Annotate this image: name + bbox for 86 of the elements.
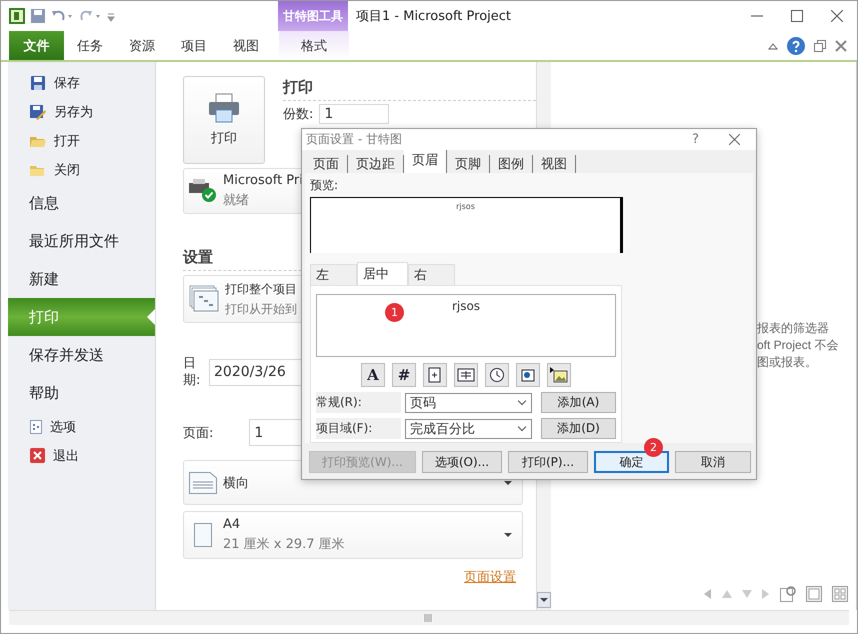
- exit-icon: [30, 448, 45, 463]
- general-select[interactable]: 页码: [405, 392, 532, 412]
- ribbon-tab[interactable]: 任务: [64, 31, 116, 60]
- alignment-tab[interactable]: 右: [408, 264, 455, 285]
- dialog-button[interactable]: 选项(O)...: [422, 451, 502, 473]
- app-icon: [9, 8, 25, 24]
- window-title: 项目1 - Microsoft Project: [355, 8, 512, 26]
- pages-stack-icon: [189, 285, 219, 313]
- context-tab-header: 甘特图工具: [278, 1, 348, 31]
- printer-status: 就绪: [223, 192, 250, 209]
- ribbon-tab[interactable]: 视图: [220, 31, 272, 60]
- dialog-help-button[interactable]: ?: [692, 132, 699, 147]
- add-field-button[interactable]: 添加(D): [541, 418, 616, 439]
- close-icon[interactable]: [729, 134, 740, 145]
- floppy-pencil-icon: [30, 104, 46, 120]
- format-tool-button[interactable]: [485, 363, 509, 387]
- project-field-select[interactable]: 完成百分比: [405, 418, 532, 438]
- sidebar-item[interactable]: 保存并发送: [8, 336, 155, 374]
- collapse-ribbon-icon[interactable]: [768, 42, 778, 50]
- sidebar-item[interactable]: 关闭: [8, 155, 155, 184]
- close-icon[interactable]: [831, 10, 843, 22]
- dialog-button[interactable]: 打印(P)...: [508, 451, 588, 473]
- landscape-page-icon: [189, 472, 217, 494]
- horizontal-scrollbar[interactable]: [9, 610, 849, 625]
- sidebar-item[interactable]: 另存为: [8, 97, 155, 126]
- dialog-tab[interactable]: 页眉: [404, 150, 447, 173]
- format-tool-button[interactable]: [547, 363, 571, 387]
- pages-label: 页面:: [183, 424, 214, 442]
- copies-label: 份数:: [283, 106, 314, 123]
- sidebar-item[interactable]: 保存: [8, 68, 155, 97]
- preview-note-line: 报表的筛选器: [757, 320, 829, 337]
- alignment-tab[interactable]: 左: [310, 264, 357, 285]
- help-icon[interactable]: [787, 36, 805, 54]
- project-field-label: 项目域(F):: [316, 418, 401, 439]
- sidebar-item[interactable]: 选项: [8, 412, 155, 441]
- undo-icon[interactable]: [51, 9, 73, 23]
- paper-size-name: A4: [223, 517, 242, 532]
- sidebar-item[interactable]: 新建: [8, 260, 155, 298]
- save-icon[interactable]: [31, 9, 45, 23]
- scroll-down-icon[interactable]: [537, 592, 551, 608]
- preview-note-line: 图或报表。: [757, 354, 817, 371]
- dialog-button[interactable]: 确定: [594, 451, 669, 473]
- sidebar-item[interactable]: 最近所用文件: [8, 222, 155, 260]
- alignment-tab[interactable]: 居中: [357, 262, 408, 285]
- options-page-icon: [30, 420, 42, 434]
- ribbon-tab[interactable]: 资源: [116, 31, 168, 60]
- date-label: 日期:: [183, 355, 202, 389]
- format-tool-button[interactable]: A: [361, 363, 385, 387]
- sidebar-item[interactable]: 退出: [8, 441, 155, 470]
- dialog-button[interactable]: 取消: [675, 451, 751, 473]
- preview-label: 预览:: [310, 177, 340, 194]
- sidebar-item[interactable]: 打开: [8, 126, 155, 155]
- printer-icon: [208, 93, 240, 123]
- page-plus-icon: [428, 367, 442, 383]
- sidebar-item[interactable]: 信息: [8, 184, 155, 222]
- insert-picture-icon: [550, 367, 568, 383]
- print-range-subtitle: 打印从开始到: [225, 300, 297, 318]
- multiple-pages-icon[interactable]: [832, 586, 848, 602]
- clock-icon: [489, 367, 505, 383]
- sidebar-item[interactable]: 帮助: [8, 374, 155, 412]
- format-tool-button[interactable]: [423, 363, 447, 387]
- ribbon-tab[interactable]: 项目: [168, 31, 220, 60]
- printer-ready-icon: [189, 179, 217, 203]
- table-icon: [457, 368, 475, 382]
- copies-field[interactable]: 1: [319, 104, 390, 124]
- format-tool-button[interactable]: [454, 363, 478, 387]
- dialog-title: 页面设置 - 甘特图: [306, 131, 402, 148]
- close-window-icon[interactable]: [835, 40, 847, 52]
- zoom-page-icon[interactable]: [780, 586, 796, 602]
- step-badge: 1: [385, 303, 404, 322]
- header-preview: rjsos: [310, 197, 623, 253]
- format-tool-button[interactable]: [516, 363, 540, 387]
- general-label: 常规(R):: [316, 392, 401, 413]
- portrait-page-icon: [194, 523, 212, 547]
- grip-icon: [424, 614, 434, 622]
- restore-icon[interactable]: [814, 40, 826, 52]
- print-range-title: 打印整个项目: [225, 280, 297, 298]
- format-tool-button[interactable]: #: [392, 363, 416, 387]
- paper-size-dropdown[interactable]: A4 21 厘米 x 29.7 厘米: [183, 511, 523, 559]
- paper-size-dimensions: 21 厘米 x 29.7 厘米: [223, 536, 345, 553]
- single-page-icon[interactable]: [806, 586, 822, 602]
- preview-note-line: oft Project 不会: [757, 337, 838, 354]
- ribbon-tab[interactable]: 文件: [9, 31, 64, 60]
- maximize-icon[interactable]: [791, 10, 803, 22]
- add-general-button[interactable]: 添加(A): [541, 392, 616, 413]
- print-button[interactable]: 打印: [183, 76, 265, 164]
